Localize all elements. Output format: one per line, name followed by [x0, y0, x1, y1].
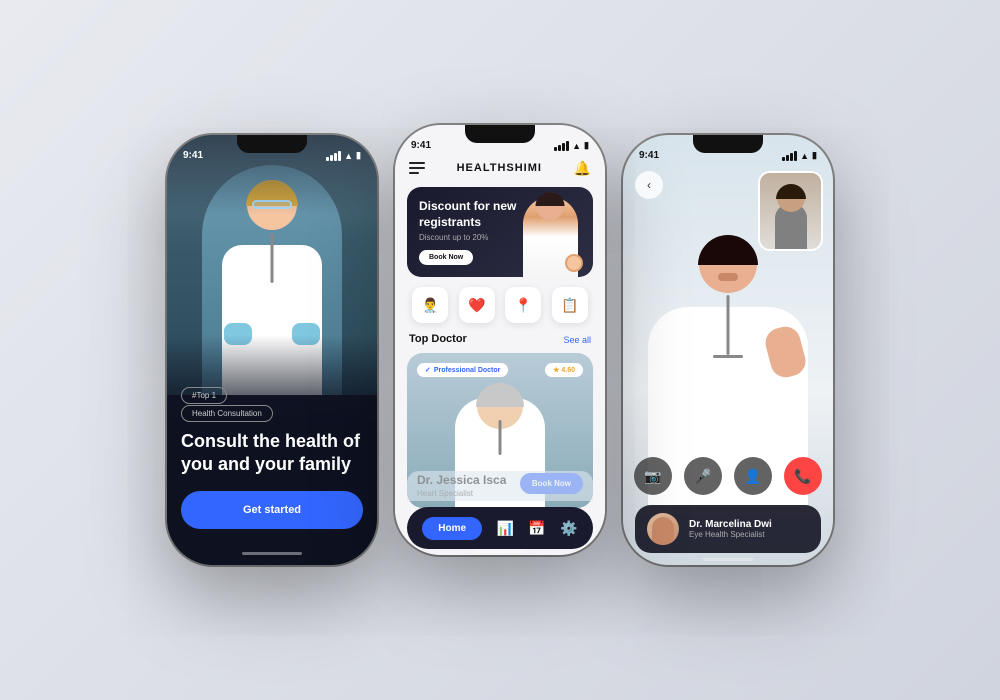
- end-call-btn[interactable]: 📞: [784, 457, 822, 495]
- home-indicator-right: [703, 558, 753, 561]
- phone-left: 9:41 ▲ ▮: [167, 135, 377, 565]
- nav-calendar[interactable]: 📅: [528, 520, 545, 537]
- status-icons-left: ▲ ▮: [326, 150, 361, 161]
- phones-container: 9:41 ▲ ▮: [137, 105, 863, 595]
- get-started-button[interactable]: Get started: [181, 491, 363, 529]
- promo-figure: [515, 187, 585, 277]
- doctor-avatar: [647, 513, 679, 545]
- battery-icon-right: ▮: [812, 150, 817, 161]
- bar1r: [782, 157, 785, 161]
- status-icons-center: ▲ ▮: [554, 140, 589, 151]
- wifi-icon-left: ▲: [344, 151, 353, 161]
- rating-badge: ★ 4.60: [545, 363, 583, 377]
- bar2r: [786, 155, 789, 161]
- nav-settings[interactable]: ⚙️: [560, 520, 577, 537]
- status-time-right: 9:41: [639, 150, 659, 161]
- professional-badge: ✓ Professional Doctor: [417, 363, 508, 377]
- bar3c: [562, 143, 565, 151]
- phone-center: 9:41 ▲ ▮ HEALTHSHIMI: [395, 125, 605, 555]
- add-person-btn[interactable]: 👤: [734, 457, 772, 495]
- badge-health: Health Consultation: [181, 405, 273, 422]
- nav-stats[interactable]: 📊: [497, 520, 514, 537]
- quick-icons: 👨‍⚕️ ❤️ 📍 📋: [407, 287, 593, 323]
- bar2c: [558, 145, 561, 151]
- status-icons-right: ▲ ▮: [782, 150, 817, 161]
- nav-home[interactable]: Home: [422, 517, 482, 540]
- notch-left: [237, 135, 307, 153]
- wifi-icon-right: ▲: [800, 151, 809, 161]
- left-title: Consult the health of you and your famil…: [181, 430, 363, 475]
- hamburger-menu[interactable]: [409, 162, 425, 174]
- doctor-call-name: Dr. Marcelina Dwi: [689, 519, 809, 530]
- bar3: [334, 153, 337, 161]
- doctor-info-bar: Dr. Marcelina Dwi Eye Health Specialist: [635, 505, 821, 553]
- health-icon-btn[interactable]: ❤️: [459, 287, 495, 323]
- back-button[interactable]: ‹: [635, 171, 663, 199]
- camera-off-btn[interactable]: 📷: [634, 457, 672, 495]
- doctor-call-specialty: Eye Health Specialist: [689, 530, 809, 539]
- second-card-hint: [407, 471, 593, 501]
- top-doctor-label: Top Doctor: [409, 333, 467, 345]
- bottom-nav: Home 📊 📅 ⚙️: [407, 507, 593, 549]
- bar2: [330, 155, 333, 161]
- signal-left: [326, 151, 341, 161]
- call-controls: 📷 🎤 👤 📞: [623, 457, 833, 495]
- signal-center: [554, 141, 569, 151]
- bar1c: [554, 147, 557, 151]
- wifi-icon-center: ▲: [572, 141, 581, 151]
- location-icon-btn[interactable]: 📍: [505, 287, 541, 323]
- doctor-info-text: Dr. Marcelina Dwi Eye Health Specialist: [689, 519, 809, 539]
- bar4: [338, 151, 341, 161]
- notch-right: [693, 135, 763, 153]
- phone-right: 9:41 ▲ ▮: [623, 135, 833, 565]
- bar4r: [794, 151, 797, 161]
- battery-icon-left: ▮: [356, 150, 361, 161]
- mute-btn[interactable]: 🎤: [684, 457, 722, 495]
- bar4c: [566, 141, 569, 151]
- bar1: [326, 157, 329, 161]
- see-all-link[interactable]: See all: [563, 335, 591, 345]
- home-indicator-center: [475, 550, 525, 553]
- status-time-center: 9:41: [411, 140, 431, 151]
- badge-top1: #Top 1: [181, 387, 227, 404]
- book-now-promo-btn[interactable]: Book Now: [419, 250, 473, 265]
- bell-icon[interactable]: 🔔: [574, 160, 591, 177]
- status-time-left: 9:41: [183, 150, 203, 161]
- notch-center: [465, 125, 535, 143]
- bar3r: [790, 153, 793, 161]
- home-indicator-left: [242, 552, 302, 555]
- signal-right: [782, 151, 797, 161]
- self-video: [758, 171, 823, 251]
- schedule-icon-btn[interactable]: 📋: [552, 287, 588, 323]
- doctor-icon-btn[interactable]: 👨‍⚕️: [412, 287, 448, 323]
- app-logo: HEALTHSHIMI: [457, 162, 542, 174]
- center-header: HEALTHSHIMI 🔔: [395, 153, 605, 183]
- promo-banner: Discount for new registrants Discount up…: [407, 187, 593, 277]
- battery-icon-center: ▮: [584, 140, 589, 151]
